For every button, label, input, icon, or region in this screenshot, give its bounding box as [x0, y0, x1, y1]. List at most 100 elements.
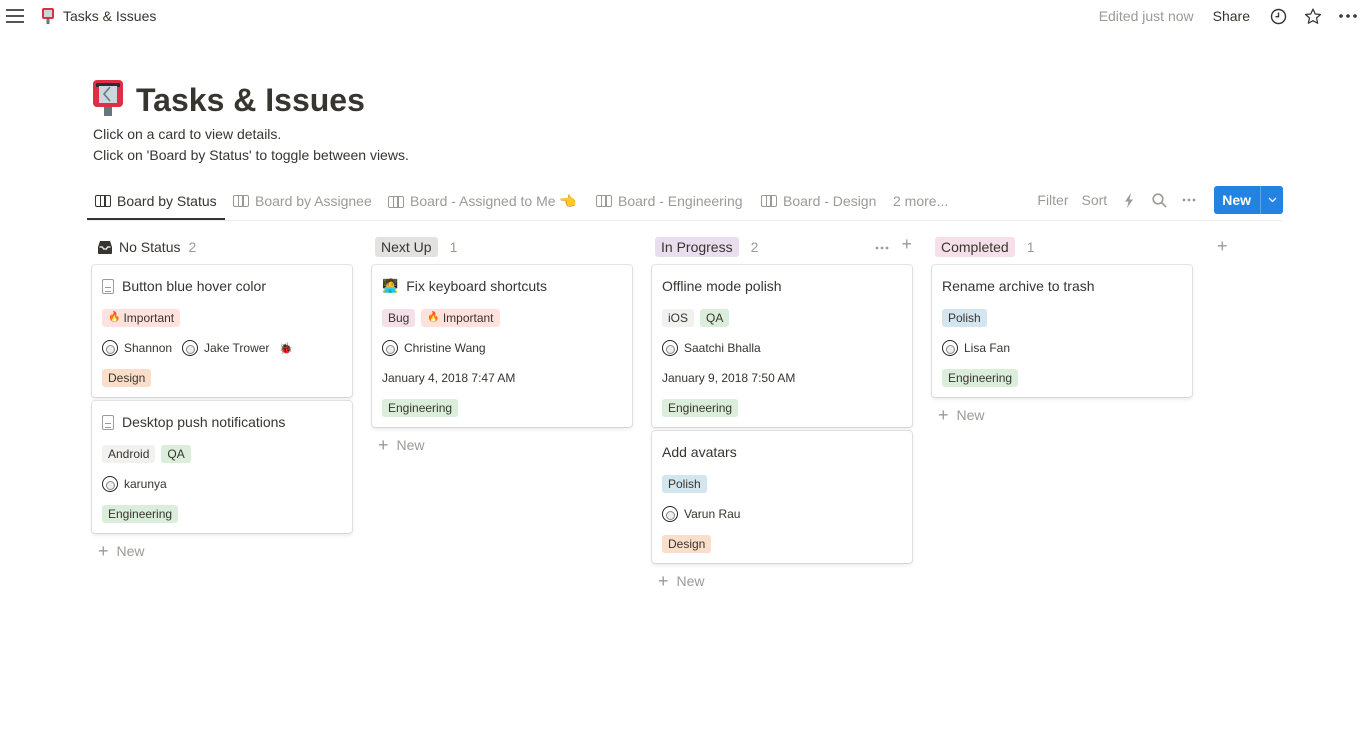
person-name: Saatchi Bhalla [684, 341, 761, 355]
board-card[interactable]: 🧑‍💻 Fix keyboard shortcuts Bug 🔥 Importa… [372, 265, 632, 427]
add-new-card-button[interactable]: + New [90, 537, 352, 565]
add-new-label: New [396, 437, 425, 453]
more-icon[interactable] [1180, 191, 1198, 209]
tab-board-by-assignee[interactable]: Board by Assignee [233, 193, 372, 209]
tag-qa: QA [161, 445, 191, 463]
plus-icon: + [378, 435, 389, 455]
active-tab-indicator [87, 218, 225, 220]
tab-board-by-status[interactable]: Board by Status [95, 193, 217, 209]
tab-board-assigned-to-me[interactable]: Board - Assigned to Me 👈 [388, 193, 577, 210]
column-count: 2 [188, 239, 197, 255]
column-count: 1 [449, 239, 458, 255]
tab-board-engineering[interactable]: Board - Engineering [596, 193, 743, 209]
chevron-down-icon[interactable] [1260, 186, 1283, 214]
more-icon[interactable] [875, 237, 889, 253]
column-title[interactable]: Completed [935, 237, 1015, 257]
board-icon [388, 195, 404, 208]
add-column-button[interactable]: + [1217, 236, 1228, 257]
board-column-no-status: No Status 2 Button blue hover color 🔥 Im… [90, 236, 352, 565]
plus-icon[interactable]: + [901, 235, 912, 253]
column-title-text: No Status [119, 239, 181, 255]
person-chip: karunya [102, 476, 167, 492]
plus-icon: + [98, 541, 109, 561]
tag-label: Important [123, 311, 175, 325]
add-new-label: New [116, 543, 145, 559]
board-card[interactable]: Desktop push notifications Android QA ka… [92, 401, 352, 533]
more-views-button[interactable]: 2 more... [893, 193, 948, 209]
card-title: Rename archive to trash [942, 278, 1095, 294]
column-title[interactable]: Next Up [375, 237, 438, 257]
tag-important: 🔥 Important [102, 309, 181, 327]
tab-label: Board - Assigned to Me 👈 [410, 193, 577, 209]
column-title[interactable]: In Progress [655, 237, 739, 257]
fire-icon: 🔥 [427, 312, 440, 323]
fire-icon: 🔥 [108, 312, 121, 323]
filter-button[interactable]: Filter [1037, 192, 1068, 208]
person-name: Christine Wang [404, 341, 486, 355]
postbox-icon [42, 8, 54, 24]
tag-engineering: Engineering [942, 369, 1019, 387]
tag-engineering: Engineering [382, 399, 459, 417]
avatar [182, 340, 199, 356]
card-date: January 9, 2018 7:50 AM [662, 371, 796, 385]
tag-engineering: Engineering [662, 399, 739, 417]
new-button-label[interactable]: New [1214, 186, 1260, 214]
avatar [382, 340, 398, 356]
more-icon[interactable] [1339, 7, 1357, 25]
board-card[interactable]: Button blue hover color 🔥 Important Shan… [92, 265, 352, 397]
tab-label: Board - Engineering [618, 193, 743, 209]
board-card[interactable]: Rename archive to trash Polish Lisa Fan … [932, 265, 1192, 397]
tag-design: Design [102, 369, 152, 387]
tag-polish: Polish [662, 475, 707, 493]
board-icon [233, 195, 249, 207]
tag-polish: Polish [942, 309, 987, 327]
person-name: Varun Rau [684, 507, 741, 521]
star-icon[interactable] [1304, 7, 1322, 25]
tag-label: Important [442, 311, 494, 325]
page-description-line: Click on 'Board by Status' to toggle bet… [93, 147, 409, 163]
menu-icon[interactable] [6, 9, 24, 25]
person-chip: Varun Rau [662, 506, 740, 522]
card-title: Button blue hover color [122, 278, 266, 294]
tag-ios: iOS [662, 309, 695, 327]
column-title[interactable]: No Status [98, 237, 180, 257]
person-chip: Jake Trower [182, 340, 269, 356]
lightning-icon[interactable] [1120, 191, 1138, 209]
edited-status: Edited just now [1098, 8, 1194, 24]
add-new-card-button[interactable]: + New [650, 567, 912, 595]
board-column-next-up: Next Up 1 🧑‍💻 Fix keyboard shortcuts Bug… [370, 236, 632, 459]
search-icon[interactable] [1150, 191, 1168, 209]
share-button[interactable]: Share [1213, 8, 1250, 24]
inbox-icon [98, 240, 112, 254]
plus-icon: + [938, 405, 949, 425]
person-name: Shannon [124, 341, 173, 355]
column-count: 2 [750, 239, 759, 255]
add-new-card-button[interactable]: + New [370, 431, 632, 459]
tag-important: 🔥 Important [421, 309, 500, 327]
history-icon[interactable] [1269, 7, 1287, 25]
board-card[interactable]: Add avatars Polish Varun Rau Design [652, 431, 912, 563]
sort-button[interactable]: Sort [1082, 192, 1108, 208]
card-date: January 4, 2018 7:47 AM [382, 371, 516, 385]
bug-icon: 🐞 [279, 342, 294, 355]
avatar [102, 340, 118, 356]
avatar [102, 476, 118, 492]
person-name: karunya [124, 477, 167, 491]
add-new-label: New [676, 573, 705, 589]
board-column-completed: Completed 1 Rename archive to trash Poli… [930, 236, 1192, 429]
person-name: Jake Trower [204, 341, 270, 355]
tag-design: Design [662, 535, 712, 553]
avatar [662, 340, 678, 356]
avatar [662, 506, 678, 522]
person-name: Lisa Fan [964, 341, 1011, 355]
breadcrumb[interactable]: Tasks & Issues [42, 8, 156, 24]
add-new-label: New [956, 407, 985, 423]
breadcrumb-title: Tasks & Issues [63, 8, 157, 24]
add-new-card-button[interactable]: + New [930, 401, 1192, 429]
board-card[interactable]: Offline mode polish iOS QA Saatchi Bhall… [652, 265, 912, 427]
postbox-icon[interactable] [93, 80, 123, 116]
new-button[interactable]: New [1214, 186, 1283, 214]
person-chip: Lisa Fan [942, 340, 1010, 356]
avatar [942, 340, 958, 356]
tab-board-design[interactable]: Board - Design [761, 193, 876, 209]
